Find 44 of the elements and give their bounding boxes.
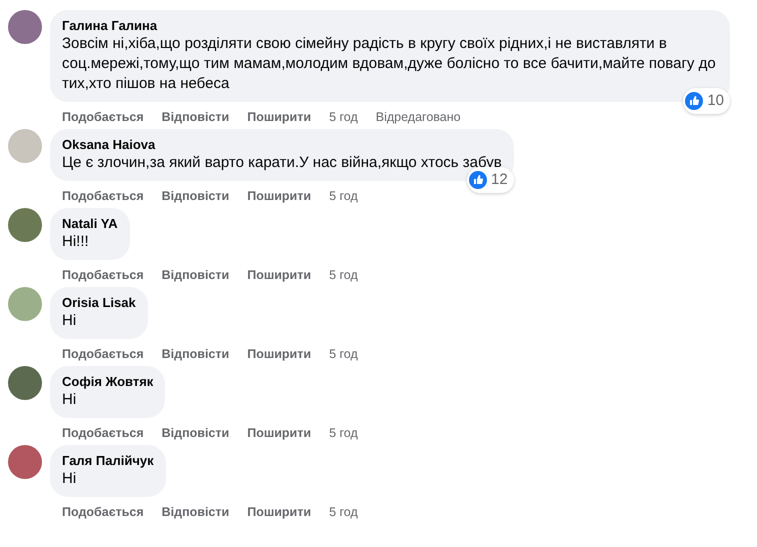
comment-text: Ні!!! (62, 232, 90, 252)
avatar[interactable] (8, 366, 42, 400)
avatar[interactable] (8, 287, 42, 321)
comment-author[interactable]: Oksana Haiova (62, 137, 502, 153)
comment-text: Ні (62, 390, 78, 410)
share-link[interactable]: Поширити (247, 502, 312, 522)
like-link[interactable]: Подобається (62, 266, 144, 284)
reply-link[interactable]: Відповісти (162, 108, 230, 126)
share-link[interactable]: Поширити (247, 108, 312, 126)
comment-author[interactable]: Софія Жовтяк (62, 374, 154, 390)
comment-time[interactable]: 5 год (329, 108, 358, 126)
like-link[interactable]: Подобається (62, 424, 144, 442)
comment-author[interactable]: Галя Палійчук (62, 453, 154, 469)
reply-link[interactable]: Відповісти (162, 186, 230, 206)
reply-link[interactable]: Відповісти (162, 266, 230, 284)
share-link[interactable]: Поширити (247, 344, 312, 364)
avatar[interactable] (8, 445, 42, 479)
comment-time[interactable]: 5 год (329, 186, 358, 206)
thumbs-up-icon (469, 170, 488, 189)
like-link[interactable]: Подобається (62, 108, 144, 126)
comment-time[interactable]: 5 год (329, 344, 358, 364)
reaction-count[interactable]: 12 (467, 166, 514, 193)
like-link[interactable]: Подобається (62, 502, 144, 522)
comment-time[interactable]: 5 год (329, 266, 358, 284)
reply-link[interactable]: Відповісти (162, 502, 230, 522)
share-link[interactable]: Поширити (247, 424, 312, 442)
share-link[interactable]: Поширити (247, 186, 312, 206)
share-link[interactable]: Поширити (247, 266, 312, 284)
comment-author[interactable]: Галина Галина (62, 18, 718, 34)
avatar[interactable] (8, 10, 42, 44)
comment-time[interactable]: 5 год (329, 502, 358, 522)
like-link[interactable]: Подобається (62, 186, 144, 206)
comment-time[interactable]: 5 год (329, 424, 358, 442)
like-link[interactable]: Подобається (62, 344, 144, 364)
reaction-count[interactable]: 10 (683, 88, 730, 114)
comment-author[interactable]: Orisia Lisak (62, 295, 136, 311)
edited-label: Відредаговано (376, 108, 461, 126)
reply-link[interactable]: Відповісти (162, 424, 230, 442)
comment-author[interactable]: Natali YA (62, 216, 118, 232)
avatar[interactable] (8, 208, 42, 242)
thumbs-up-icon (685, 92, 704, 110)
comment-text: Ні (62, 311, 78, 331)
reply-link[interactable]: Відповісти (162, 344, 230, 364)
comment-text: Ні (62, 469, 78, 489)
